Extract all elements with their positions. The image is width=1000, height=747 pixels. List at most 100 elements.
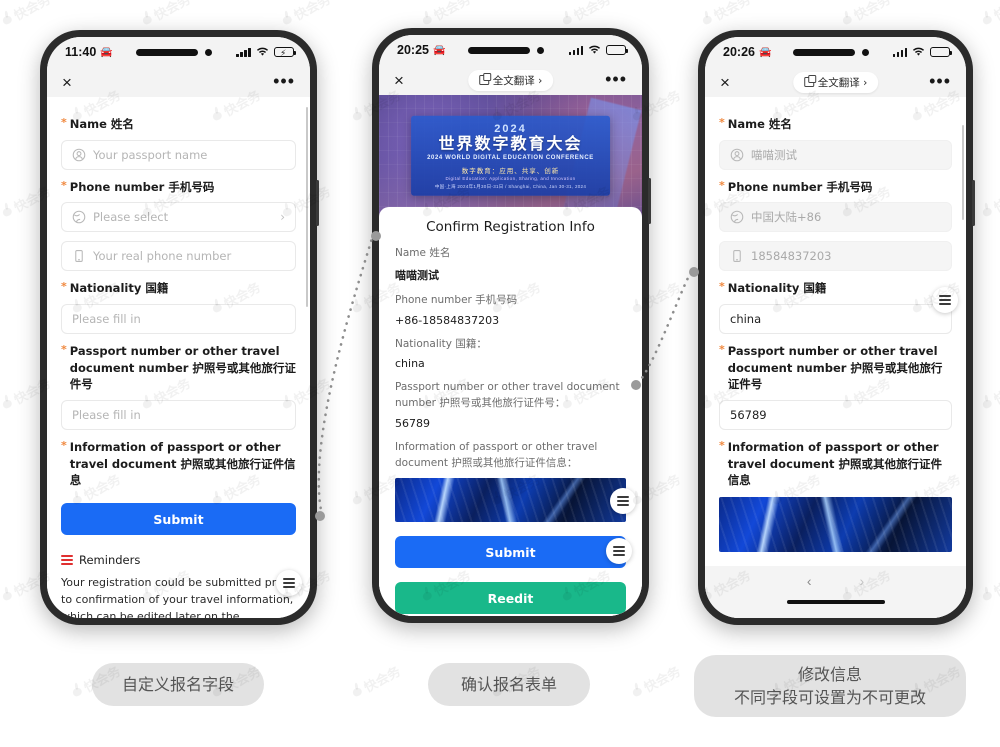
car-icon: 🚘 xyxy=(432,44,445,56)
close-icon[interactable]: × xyxy=(394,72,404,89)
close-icon[interactable]: × xyxy=(720,74,730,91)
floating-menu-button-lower[interactable] xyxy=(606,538,632,564)
name-input[interactable]: Your passport name xyxy=(61,139,296,170)
scrollbar[interactable] xyxy=(306,107,308,307)
caption-edit-info: 修改信息 不同字段可设置为不可更改 xyxy=(694,655,966,717)
car-icon: 🚘 xyxy=(100,46,112,58)
translate-label: 全文翻译 › xyxy=(817,76,868,89)
status-time: 20:25 xyxy=(397,43,429,57)
phone2-screen: 20:25 🚘 × 全文翻译 › ••• 2024 世界数字教育大会 2024 … xyxy=(379,35,642,616)
scrollbar[interactable] xyxy=(962,125,964,220)
registration-form: * Name 姓名 Your passport name * Phone num… xyxy=(47,97,310,618)
name-value: 喵喵测试 xyxy=(751,147,797,162)
reminders-text: Your registration could be submitted pri… xyxy=(61,576,294,618)
translate-label: 全文翻译 › xyxy=(492,74,543,87)
required-marker: * xyxy=(719,280,725,294)
translate-page-button[interactable]: 全文翻译 › xyxy=(792,71,879,93)
phone2-content: 2024 世界数字教育大会 2024 WORLD DIGITAL EDUCATI… xyxy=(379,95,642,616)
confirm-value-passport-number: 56789 xyxy=(395,416,430,430)
more-icon[interactable]: ••• xyxy=(929,72,951,90)
confirm-label-passport-number: Passport number or other travel document… xyxy=(395,381,620,409)
banner-title-zh: 世界数字教育大会 xyxy=(438,133,583,153)
required-marker: * xyxy=(61,439,67,453)
status-time: 11:40 xyxy=(65,45,97,59)
name-input-text: Your passport name xyxy=(93,147,208,162)
wifi-icon xyxy=(256,47,269,57)
next-page-button[interactable]: › xyxy=(860,573,865,589)
nationality-value: china xyxy=(730,312,762,327)
required-marker: * xyxy=(719,439,725,453)
person-icon xyxy=(72,148,86,162)
required-marker: * xyxy=(61,280,67,294)
car-icon: 🚘 xyxy=(758,46,771,58)
floating-menu-button[interactable] xyxy=(932,287,958,313)
dynamic-island xyxy=(468,46,545,54)
required-marker: * xyxy=(61,178,67,192)
phone3-form-sheet: * Name 姓名 喵喵测试 * Phone number 手机号码 中国大陆+… xyxy=(705,97,966,618)
passport-number-input[interactable]: 56789 xyxy=(719,400,952,431)
caption-confirm-form: 确认报名表单 xyxy=(428,663,590,706)
floating-menu-button[interactable] xyxy=(276,570,302,596)
phone2-nav-bar: × 全文翻译 › ••• xyxy=(379,65,642,95)
list-icon xyxy=(61,555,73,566)
passport-document-image[interactable] xyxy=(395,478,626,523)
battery-charging-icon: ⚡ xyxy=(273,47,297,58)
phone-number-input[interactable]: Your real phone number xyxy=(61,241,296,272)
field-label-nationality: * Nationality 国籍 xyxy=(719,280,827,296)
passport-number-value: 56789 xyxy=(730,408,767,423)
country-code-select[interactable]: Please select › xyxy=(61,202,296,233)
field-label-name: * Name 姓名 xyxy=(61,116,134,131)
confirm-label-passport-info: Information of passport or other travel … xyxy=(395,440,598,469)
passport-number-text: Please fill in xyxy=(72,408,141,423)
required-marker: * xyxy=(61,343,67,357)
translate-icon xyxy=(478,73,491,85)
nationality-input[interactable]: Please fill in xyxy=(61,304,296,335)
banner-title-card: 2024 世界数字教育大会 2024 WORLD DIGITAL EDUCATI… xyxy=(410,115,611,197)
required-marker: * xyxy=(719,116,725,129)
conference-banner-image: 2024 世界数字教育大会 2024 WORLD DIGITAL EDUCATI… xyxy=(379,95,642,217)
phone-icon xyxy=(730,249,744,263)
phone-custom-fields: 11:40 🚘 ⚡ × ••• * Name 姓名 Your passport … xyxy=(40,30,319,625)
field-label-phone: * Phone number 手机号码 xyxy=(719,178,873,194)
page-title: Confirm Registration Info xyxy=(426,219,595,235)
more-icon[interactable]: ••• xyxy=(605,70,627,88)
edit-registration-form: * Name 姓名 喵喵测试 * Phone number 手机号码 中国大陆+… xyxy=(705,97,966,553)
confirm-label-phone: Phone number 手机号码 xyxy=(395,293,518,306)
field-label-passport-number: * Passport number or other travel docume… xyxy=(61,343,296,392)
confirm-value-phone: +86-18584837203 xyxy=(395,313,500,327)
field-label-passport-info: * Information of passport or other trave… xyxy=(719,439,943,488)
confirm-label-nationality: Nationality 国籍： xyxy=(395,337,487,350)
required-marker: * xyxy=(61,116,67,129)
country-code-value: 中国大陆+86 xyxy=(751,210,822,225)
signal-icon xyxy=(236,47,251,57)
prev-page-button[interactable]: ‹ xyxy=(807,573,812,589)
field-label-passport-info: * Information of passport or other trave… xyxy=(61,439,296,488)
battery-icon xyxy=(930,47,953,57)
banner-title-en: 2024 WORLD DIGITAL EDUCATION CONFERENCE xyxy=(427,155,594,162)
translate-page-button[interactable]: 全文翻译 › xyxy=(467,69,554,91)
passport-number-input[interactable]: Please fill in xyxy=(61,400,296,431)
submit-button[interactable]: Submit xyxy=(395,536,626,569)
phone2-status-bar: 20:25 🚘 xyxy=(379,35,642,65)
phone-number-locked: 18584837203 xyxy=(719,241,952,272)
globe-icon xyxy=(72,210,86,224)
field-label-nationality: * Nationality 国籍 xyxy=(61,280,169,296)
name-input-locked: 喵喵测试 xyxy=(719,139,952,170)
confirm-value-name: 喵喵测试 xyxy=(395,268,439,282)
passport-document-image[interactable] xyxy=(719,497,952,553)
more-icon[interactable]: ••• xyxy=(273,72,295,90)
signal-icon xyxy=(892,47,907,57)
confirm-label-name: Name 姓名 xyxy=(395,247,451,259)
phone-confirm-form: 20:25 🚘 × 全文翻译 › ••• 2024 世界数字教育大会 2024 … xyxy=(372,28,651,623)
nationality-text: Please fill in xyxy=(72,312,141,327)
floating-menu-button-upper[interactable] xyxy=(610,488,636,514)
nationality-input[interactable]: china xyxy=(719,304,952,335)
chevron-right-icon: › xyxy=(280,210,285,225)
submit-button[interactable]: Submit xyxy=(61,503,296,536)
phone-edit-info: 20:26 🚘 × 全文翻译 › ••• * Name 姓名 喵喵测试 * Ph… xyxy=(698,30,975,625)
reedit-button[interactable]: Reedit xyxy=(395,582,626,615)
close-icon[interactable]: × xyxy=(62,74,72,91)
banner-subtitle-en: Digital Education: Application, Sharing,… xyxy=(445,176,576,182)
home-indicator xyxy=(786,600,885,604)
phone1-nav-bar: × ••• xyxy=(47,67,310,97)
